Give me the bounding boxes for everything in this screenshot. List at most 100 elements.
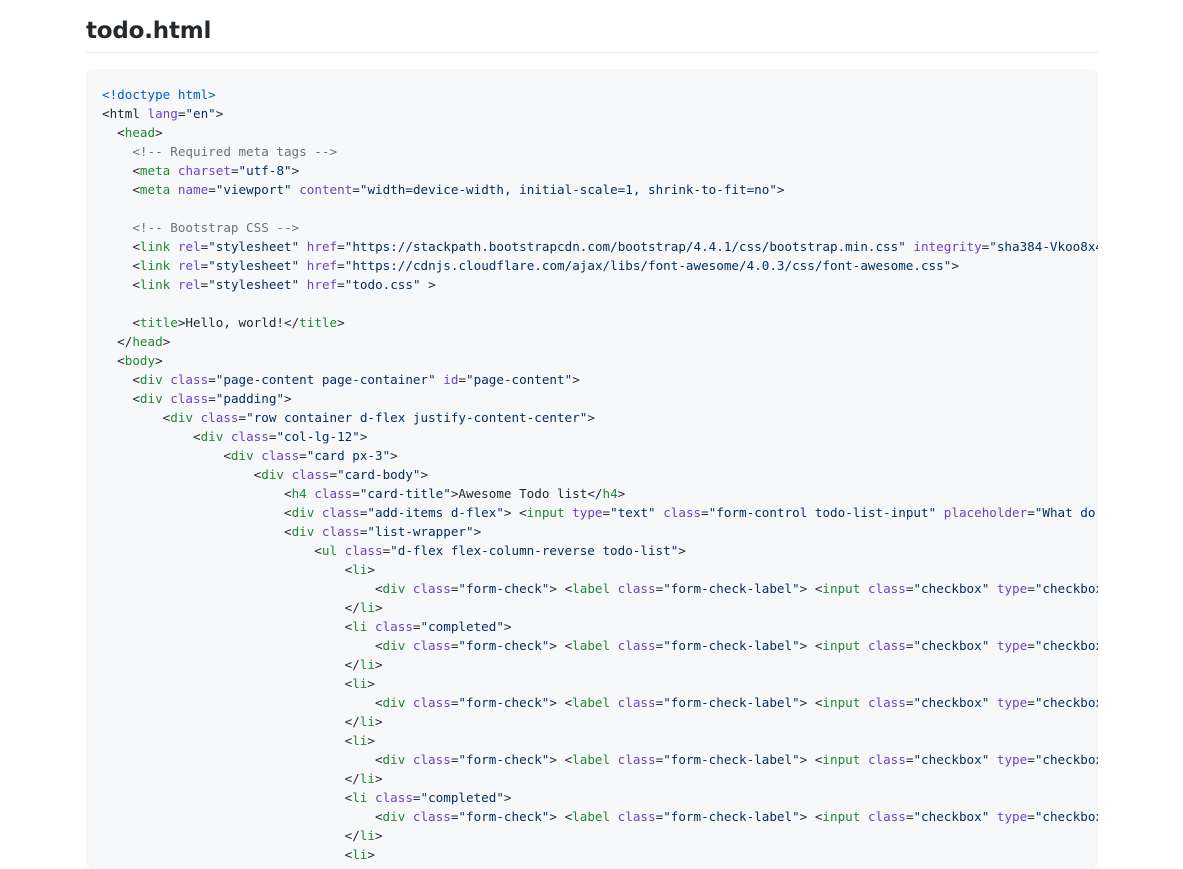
code-line: <meta name="viewport" content="width=dev…: [102, 180, 1098, 199]
code-token: class: [412, 752, 451, 767]
code-token: rel: [177, 277, 201, 292]
code-token: </: [102, 600, 360, 615]
code-token: =: [701, 505, 709, 520]
code-token: div: [261, 467, 284, 482]
code-token: <: [102, 448, 231, 463]
code-token: href: [306, 239, 338, 254]
code-token: <: [102, 581, 383, 596]
code-token: >: [420, 467, 429, 482]
code-token: <: [102, 752, 383, 767]
code-token: >: [572, 372, 580, 387]
code-token: class: [374, 619, 413, 634]
code-token: input: [526, 505, 565, 520]
code-token: "card-title": [359, 486, 451, 501]
code-token: class: [314, 486, 353, 501]
code-token: <: [102, 505, 292, 520]
code-token: "completed": [420, 790, 504, 805]
code-token: class: [321, 524, 360, 539]
code-token: input: [822, 638, 861, 653]
code-token: "d-flex flex-column-reverse todo-list": [390, 543, 679, 558]
code-line: <div class="padding">: [102, 389, 1098, 408]
code-token: h4: [602, 486, 618, 501]
code-token: class: [291, 467, 330, 482]
code-line: <div class="form-check"> <label class="f…: [102, 579, 1098, 598]
code-token: > <: [549, 581, 573, 596]
code-line: <div class="form-check"> <label class="f…: [102, 693, 1098, 712]
code-token: <: [102, 790, 353, 805]
code-token: <: [102, 809, 383, 824]
code-token: <: [102, 277, 140, 292]
code-token: label: [572, 581, 611, 596]
code-token: class: [412, 581, 451, 596]
code-line: <div class="row container d-flex justify…: [102, 408, 1098, 427]
code-token: ul: [321, 543, 338, 558]
code-token: div: [382, 809, 406, 824]
code-token: <html: [102, 106, 148, 121]
code-token: "checkbox": [1034, 809, 1098, 824]
code-token: >: [359, 429, 368, 444]
code-token: "form-check-label": [663, 695, 800, 710]
code-token: class: [374, 790, 413, 805]
code-token: input: [822, 581, 861, 596]
code-token: >: [617, 486, 626, 501]
code-token: <: [102, 543, 322, 558]
code-token: "checkbox": [913, 809, 990, 824]
code-token: "checkbox": [1034, 581, 1098, 596]
code-line: <div class="form-check"> <label class="f…: [102, 636, 1098, 655]
code-line: <html lang="en">: [102, 104, 1098, 123]
code-token: "https://stackpath.bootstrapcdn.com/boot…: [344, 239, 906, 254]
code-token: > <: [549, 809, 573, 824]
code-token: title: [139, 315, 178, 330]
code-token: div: [139, 372, 163, 387]
code-token: <: [102, 125, 125, 140]
code-token: >: [374, 714, 383, 729]
code-token: div: [291, 505, 315, 520]
code-token: "en": [185, 106, 216, 121]
code-token: =: [230, 163, 239, 178]
code-token: =: [337, 258, 345, 273]
code-line: <div class="form-check"> <label class="f…: [102, 750, 1098, 769]
code-token: label: [572, 638, 611, 653]
code-token: =: [1027, 505, 1035, 520]
code-line: <li class="completed">: [102, 788, 1098, 807]
code-block[interactable]: <!doctype html> <html lang="en"> <head> <…: [86, 69, 1098, 869]
code-line: <body>: [102, 351, 1098, 370]
code-token: >: [951, 258, 959, 273]
code-line: <div class="list-wrapper">: [102, 522, 1098, 541]
code-token: li: [359, 828, 375, 843]
code-token: "form-control todo-list-input": [708, 505, 937, 520]
code-token: "page-content": [466, 372, 573, 387]
code-token: =: [412, 790, 421, 805]
code-line: <li class="completed">: [102, 617, 1098, 636]
code-token: "form-check": [458, 695, 550, 710]
code-token: class: [867, 581, 906, 596]
code-token: "checkbox": [1034, 752, 1098, 767]
code-token: =: [1027, 809, 1035, 824]
code-token: <: [102, 429, 201, 444]
code-token: >: [367, 733, 375, 748]
code-token: class: [867, 752, 906, 767]
code-token: "form-check-label": [663, 638, 800, 653]
code-token: class: [261, 448, 300, 463]
code-token: >Awesome Todo list</: [450, 486, 603, 501]
code-token: id: [443, 372, 459, 387]
code-token: link: [139, 277, 171, 292]
code-line: <link rel="stylesheet" href="https://sta…: [102, 237, 1098, 256]
code-lines: <!doctype html> <html lang="en"> <head> <…: [102, 85, 1098, 864]
code-token: <: [102, 676, 353, 691]
code-token: class: [170, 391, 209, 406]
code-token: >: [374, 828, 383, 843]
code-token: class: [663, 505, 702, 520]
code-token: meta: [139, 163, 171, 178]
code-token: <: [102, 733, 353, 748]
code-token: "todo.css": [344, 277, 421, 292]
code-token: <!-- Bootstrap CSS -->: [102, 220, 300, 235]
